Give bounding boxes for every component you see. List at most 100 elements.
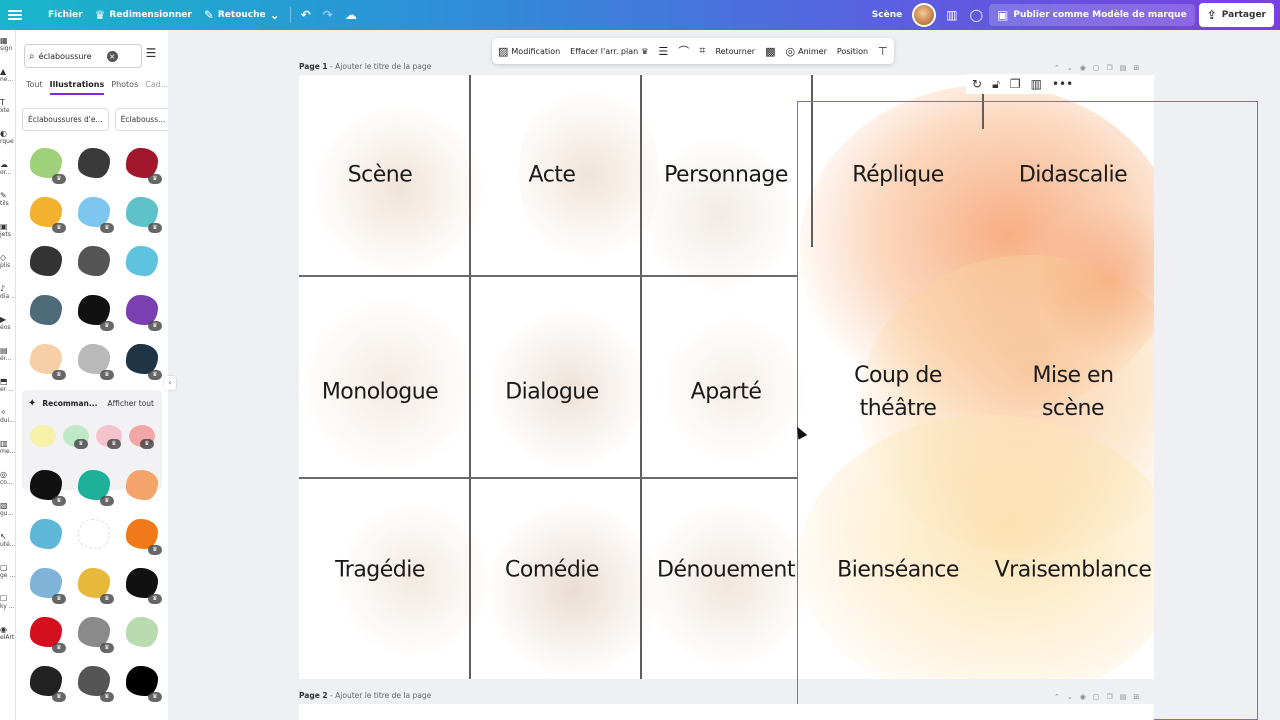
lock-icon[interactable]: ▢ [1093,64,1100,72]
page-1-label[interactable]: Page 1 - Ajouter le titre de la page [299,62,431,71]
chip-splash[interactable]: Éclabouss... [114,108,168,131]
retouch-button[interactable]: ✎ Retouche ⌄ [198,0,286,30]
filter-icon[interactable]: ☰ [142,46,160,64]
flip-button[interactable]: Retourner [715,47,755,56]
position-button[interactable]: Position [837,47,868,56]
illustration-thumbnail[interactable] [120,240,164,284]
duplicate-icon[interactable]: ❐ [1106,693,1112,701]
card-word[interactable]: Aparté [691,376,762,409]
illustration-thumbnail[interactable]: ♛ [24,562,68,606]
rail-item[interactable]: ⬒ er ... [0,377,15,393]
rail-item[interactable]: ✎ tils [0,191,15,207]
illustration-thumbnail[interactable]: ♛ [120,191,164,235]
rail-item[interactable]: ♪ dia ... [0,284,15,300]
illustration-thumbnail[interactable]: ♛ [24,191,68,235]
chevron-down-icon[interactable]: ⌄ [1067,64,1073,72]
see-all-link[interactable]: Afficher tout [107,399,154,408]
rail-item[interactable]: ▧ gu... [0,501,15,517]
card-word[interactable]: Scène [348,159,413,192]
rail-item[interactable]: ◐ rque [0,129,15,145]
design-title[interactable]: Scène [866,0,908,30]
border-style-button[interactable]: ☰ [658,45,668,58]
add-page-title[interactable]: Ajouter le titre de la page [335,691,431,700]
transparency-button[interactable]: ▩ [765,45,775,58]
card-word[interactable]: Monologue [322,376,439,409]
eye-icon[interactable]: ◉ [1080,64,1086,72]
rail-item[interactable]: ▲ ne... [0,67,15,83]
card-word[interactable]: Mise en scène [1032,359,1114,425]
card-word[interactable]: Acte [529,159,576,192]
add-page-icon[interactable]: ⊞ [1133,693,1139,701]
copy-style-button[interactable]: ⊤ [878,45,888,58]
illustration-thumbnail[interactable] [72,513,116,557]
rail-item[interactable]: ☁ or... [0,160,15,176]
illustration-thumbnail[interactable]: ♛ [72,289,116,333]
illustration-thumbnail[interactable]: ♛ [120,660,164,704]
illustration-thumbnail[interactable]: ♛ [72,611,116,655]
lock-icon[interactable]: 🔓︎ [992,77,1000,92]
trash-icon[interactable]: ▥ [1031,77,1042,91]
resize-button[interactable]: ♛ Redimensionner [89,0,198,30]
search-box[interactable]: ⌕ × [24,44,142,68]
more-icon[interactable]: ••• [1052,77,1073,91]
rail-item[interactable]: ◎ co... [0,470,15,486]
illustration-thumbnail[interactable] [120,611,164,655]
tab-photos[interactable]: Photos [111,80,138,95]
corner-rounding-button[interactable]: ⌒ [678,43,689,59]
illustration-thumbnail[interactable]: ♛ [72,562,116,606]
illustration-thumbnail[interactable]: ♛ [72,660,116,704]
recommended-item[interactable]: ♛ [94,421,123,451]
card-word[interactable]: Dialogue [505,376,599,409]
illustration-thumbnail[interactable] [24,513,68,557]
page-2-label[interactable]: Page 2 - Ajouter le titre de la page [299,691,431,700]
rail-item[interactable]: ▢ ge ... [0,563,15,579]
card-word[interactable]: Dénouement [657,554,795,587]
chevron-up-icon[interactable]: ⌃ [1054,693,1060,701]
illustration-thumbnail[interactable] [72,142,116,186]
rail-item[interactable]: ▶ éos [0,315,15,331]
rail-item[interactable]: ✧ dui... [0,408,15,424]
rail-item[interactable]: ▣ jets [0,222,15,238]
rail-item[interactable]: ▥ me... [0,439,15,455]
illustration-thumbnail[interactable]: ♛ [24,338,68,382]
illustration-thumbnail[interactable] [120,464,164,508]
tab-illustrations[interactable]: Illustrations [49,80,105,95]
rail-item[interactable]: ☐ ky ... [0,594,15,610]
recommended-item[interactable]: ♛ [61,421,90,451]
card-word[interactable]: Coup de théâtre [854,359,942,425]
illustration-thumbnail[interactable] [24,289,68,333]
undo-button[interactable]: ↶ [295,0,317,30]
card-word[interactable]: Vraisemblance [995,554,1152,587]
crop-button[interactable]: ⌗ [699,44,705,58]
illustration-thumbnail[interactable]: ♛ [24,611,68,655]
illustration-thumbnail[interactable]: ♛ [24,464,68,508]
recommended-item[interactable]: ♛ [127,421,156,451]
tab-frames[interactable]: Cad... [145,80,168,95]
share-button[interactable]: ⇪ Partager [1198,3,1274,27]
illustration-thumbnail[interactable] [24,240,68,284]
chevron-down-icon[interactable]: ⌄ [1067,693,1073,701]
rail-item[interactable]: ▤ ér... [0,346,15,362]
cloud-save-button[interactable]: ☁ [339,0,363,30]
publish-brand-template-button[interactable]: ▣ Publier comme Modèle de marque [989,4,1195,26]
design-page-2[interactable] [299,704,1154,720]
edit-image-button[interactable]: ▨ Modification [498,45,560,58]
file-menu[interactable]: Fichier [42,0,89,30]
card-word[interactable]: Personnage [664,159,788,192]
redo-button[interactable]: ↷ [317,0,339,30]
card-word[interactable]: Réplique [852,159,944,192]
search-input[interactable] [38,51,103,61]
illustration-thumbnail[interactable]: ♛ [120,142,164,186]
duplicate-icon[interactable]: ❐ [1010,77,1021,91]
rotate-icon[interactable]: ↻ [972,77,982,91]
illustration-thumbnail[interactable]: ♛ [24,142,68,186]
tab-all[interactable]: Tout [26,80,43,95]
eye-icon[interactable]: ◉ [1080,693,1086,701]
remove-background-button[interactable]: Effacer l'arr. plan ♛ [570,47,648,56]
illustration-thumbnail[interactable]: ♛ [120,513,164,557]
illustration-thumbnail[interactable]: ♛ [24,660,68,704]
card-word[interactable]: Bienséance [837,554,959,587]
rail-item[interactable]: ◇ plis [0,253,15,269]
rail-item[interactable]: ◉ elArt [0,625,15,641]
trash-icon[interactable]: ▤ [1120,693,1127,701]
